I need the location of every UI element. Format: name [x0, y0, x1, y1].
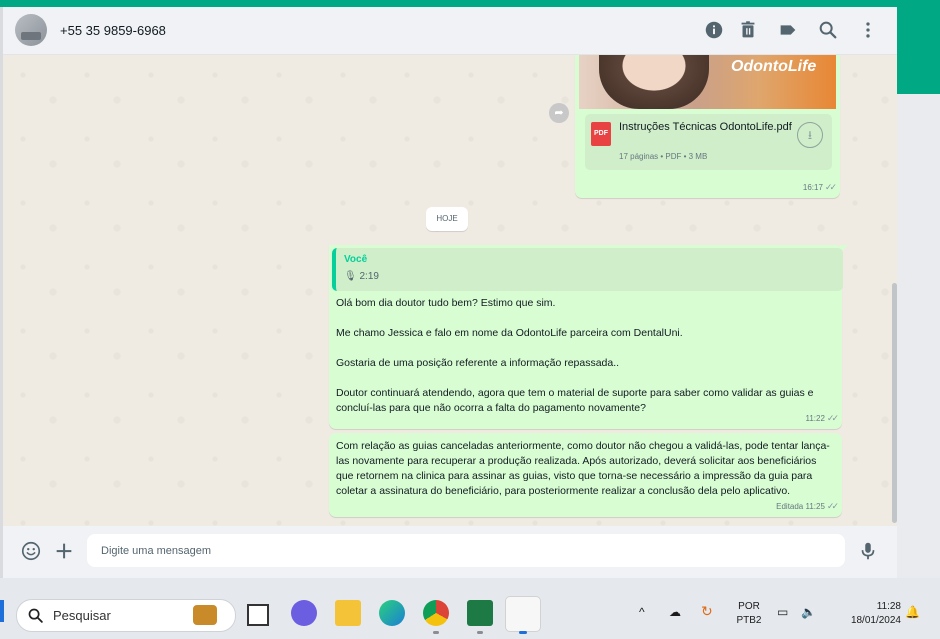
microphone-icon: 🎙 [344, 271, 357, 282]
message-paragraph: Me chamo Jessica e falo em nome da Odont… [336, 327, 683, 339]
start-button-edge[interactable] [0, 600, 4, 622]
forward-icon[interactable]: ➦ [549, 103, 569, 123]
windows-taskbar: Pesquisar ^ ☁ ↻ POR PTB2 ▭ 🔈 11:28 18/01… [0, 578, 940, 639]
task-view-icon[interactable] [247, 604, 269, 626]
message-paragraph: Olá bom dia doutor tudo bem? Estimo que … [336, 297, 556, 309]
chat-scrollbar[interactable] [892, 283, 897, 523]
attach-plus-icon[interactable] [53, 540, 75, 562]
date-separator: HOJE [426, 207, 468, 231]
cloud-offline-icon[interactable]: ☁ [669, 605, 681, 619]
quoted-author: Você [344, 254, 368, 265]
message-paragraph: Gostaria de uma posição referente a info… [336, 357, 620, 369]
chrome-icon[interactable] [423, 600, 449, 626]
briefcase-icon [193, 605, 217, 625]
message-time: Editada 11:25 ✓✓ [776, 501, 839, 511]
network-icon[interactable]: ▭ [777, 605, 788, 619]
excel-running-indicator [477, 631, 483, 634]
file-explorer-icon[interactable] [335, 600, 361, 626]
double-check-icon: ✓✓ [826, 413, 839, 423]
followup-message[interactable]: Com relação as guias canceladas anterior… [329, 433, 842, 517]
label-icon[interactable] [777, 19, 799, 41]
document-attachment[interactable]: PDF Instruções Técnicas OdontoLife.pdf 1… [585, 114, 832, 170]
document-preview-image[interactable]: OdontoLife [579, 55, 836, 109]
chat-window: +55 35 9859-6968 ➦ OdontoLife PDF Instru… [3, 7, 897, 578]
chat-area[interactable]: ➦ OdontoLife PDF Instruções Técnicas Odo… [3, 55, 897, 526]
edge-icon[interactable] [379, 600, 405, 626]
avatar[interactable] [15, 14, 47, 46]
message-composer [3, 526, 897, 578]
contact-name[interactable]: +55 35 9859-6968 [60, 23, 166, 38]
teams-icon[interactable] [291, 600, 317, 626]
search-icon [28, 608, 43, 623]
clock[interactable]: 11:28 18/01/2024 [831, 600, 901, 628]
chat-header: +55 35 9859-6968 [3, 7, 897, 55]
sync-icon[interactable]: ↻ [701, 604, 713, 618]
preview-face [599, 55, 709, 109]
emoji-icon[interactable] [20, 540, 42, 562]
background-window-strip [897, 7, 940, 94]
quoted-audio: 🎙 2:19 [344, 271, 379, 282]
double-check-icon: ✓✓ [824, 182, 837, 192]
info-icon[interactable] [703, 19, 725, 41]
notification-bell-icon[interactable]: 🔔 [905, 605, 920, 619]
message-paragraph: Doutor continuará atendendo, agora que t… [336, 387, 814, 414]
background-window-edge [897, 94, 940, 578]
snipping-tool-running-indicator [519, 631, 527, 634]
pdf-file-icon: PDF [591, 122, 611, 146]
excel-icon[interactable] [467, 600, 493, 626]
message-time: 16:17 ✓✓ [802, 182, 837, 192]
message-time: 11:22 ✓✓ [805, 413, 839, 423]
document-message[interactable]: OdontoLife PDF Instruções Técnicas Odont… [575, 55, 840, 198]
search-icon[interactable] [817, 19, 839, 41]
message-input[interactable] [87, 534, 845, 567]
microphone-icon[interactable] [857, 540, 879, 562]
document-meta: 17 páginas • PDF • 3 MB [619, 152, 708, 161]
quoted-message[interactable]: Você 🎙 2:19 [332, 248, 843, 291]
more-vertical-icon[interactable] [857, 19, 879, 41]
language-indicator[interactable]: POR PTB2 [732, 600, 766, 628]
search-label: Pesquisar [53, 608, 111, 623]
message-text: Com relação as guias canceladas anterior… [336, 440, 830, 497]
document-filename: Instruções Técnicas OdontoLife.pdf [619, 121, 792, 133]
chrome-running-indicator [433, 631, 439, 634]
odontolife-logo: OdontoLife [731, 58, 817, 75]
double-check-icon: ✓✓ [826, 501, 839, 511]
taskbar-search[interactable]: Pesquisar [16, 599, 236, 632]
snipping-tool-icon[interactable] [505, 596, 541, 632]
trash-icon[interactable] [737, 19, 759, 41]
chevron-up-icon[interactable]: ^ [639, 605, 645, 619]
download-icon[interactable]: ⭳ [797, 122, 823, 148]
top-accent-bar [0, 0, 940, 7]
reply-message[interactable]: Você 🎙 2:19 Olá bom dia doutor tudo bem?… [329, 245, 848, 429]
volume-icon[interactable]: 🔈 [801, 605, 816, 619]
